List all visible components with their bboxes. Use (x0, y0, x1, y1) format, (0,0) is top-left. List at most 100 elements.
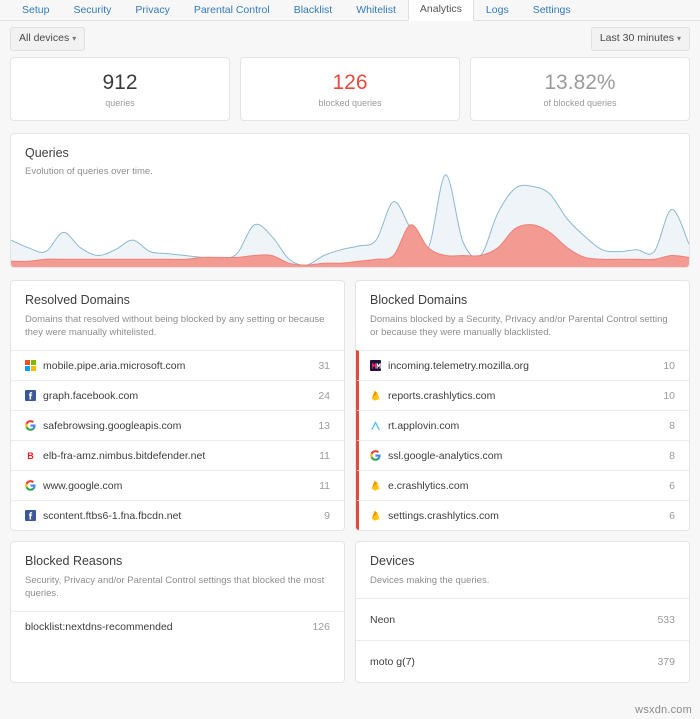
list-item[interactable]: www.google.com 11 (11, 470, 344, 500)
blocked-domains-header: Blocked Domains Domains blocked by a Sec… (356, 281, 689, 350)
main-tab-bar: Setup Security Privacy Parental Control Blac… (0, 0, 700, 21)
item-name: Neon (370, 613, 396, 626)
domain-count: 24 (318, 389, 330, 402)
list-item[interactable]: moto g(7) 379 (356, 640, 689, 682)
domain-name: rt.applovin.com (388, 419, 460, 432)
domain-count: 11 (319, 479, 330, 492)
tab-label: Settings (532, 4, 571, 16)
tab-privacy[interactable]: Privacy (123, 0, 181, 21)
queries-area-chart (11, 174, 689, 267)
tab-logs[interactable]: Logs (474, 0, 521, 21)
domain-count: 8 (669, 449, 675, 462)
google-icon (25, 480, 36, 491)
domain-name: incoming.telemetry.mozilla.org (388, 359, 530, 372)
blocked-reasons-panel: Blocked Reasons Security, Privacy and/or… (10, 541, 345, 683)
list-item[interactable]: graph.facebook.com 24 (11, 380, 344, 410)
crashlytics-icon (370, 390, 381, 401)
tab-label: Setup (22, 4, 50, 16)
domain-name: settings.crashlytics.com (388, 509, 499, 522)
list-item[interactable]: incoming.telemetry.mozilla.org 10 (356, 350, 689, 380)
facebook-icon (25, 510, 36, 521)
chevron-down-icon: ▾ (72, 34, 77, 43)
stat-value: 126 (332, 70, 368, 94)
tab-security[interactable]: Security (61, 0, 123, 21)
watermark: wsxdn.com (635, 704, 692, 716)
item-count: 379 (657, 655, 675, 668)
item-name: blocklist:nextdns-recommended (25, 620, 173, 633)
time-range-dropdown[interactable]: Last 30 minutes ▾ (590, 27, 690, 51)
time-range-label: Last 30 minutes (599, 32, 674, 44)
domain-name: safebrowsing.googleapis.com (43, 419, 182, 432)
bitdefender-icon: B (25, 450, 36, 461)
tab-analytics[interactable]: Analytics (407, 0, 474, 21)
stat-value: 912 (102, 70, 138, 94)
list-item[interactable]: mobile.pipe.aria.microsoft.com 31 (11, 350, 344, 380)
tab-label: Logs (485, 4, 509, 16)
device-filter-label: All devices (19, 32, 70, 44)
item-name: moto g(7) (370, 655, 415, 668)
mozilla-icon (370, 360, 381, 371)
domain-name: reports.crashlytics.com (388, 389, 496, 402)
stat-card-blocked-queries: 126 blocked queries (240, 57, 460, 121)
domain-name: www.google.com (43, 479, 123, 492)
domain-count: 10 (663, 389, 675, 402)
blocked-reasons-title: Blocked Reasons (25, 554, 123, 568)
stat-label: blocked queries (318, 97, 382, 108)
facebook-icon (25, 390, 36, 401)
tab-label: Blacklist (293, 4, 333, 16)
list-item[interactable]: ssl.google-analytics.com 8 (356, 440, 689, 470)
tab-settings[interactable]: Settings (521, 0, 583, 21)
list-item[interactable]: settings.crashlytics.com 6 (356, 500, 689, 530)
tab-label: Security (73, 4, 112, 16)
queries-chart-subtitle: Evolution of queries over time. (25, 166, 153, 177)
domain-name: elb-fra-amz.nimbus.bitdefender.net (43, 449, 206, 462)
domain-name: scontent.ftbs6-1.fna.fbcdn.net (43, 509, 182, 522)
list-item[interactable]: e.crashlytics.com 6 (356, 470, 689, 500)
tab-label: Whitelist (356, 4, 396, 16)
resolved-domains-subtitle: Domains that resolved without being bloc… (25, 314, 325, 338)
list-item[interactable]: blocklist:nextdns-recommended 126 (11, 611, 344, 641)
blocked-domains-subtitle: Domains blocked by a Security, Privacy a… (370, 314, 668, 338)
list-item[interactable]: Neon 533 (356, 598, 689, 640)
blocked-reasons-header: Blocked Reasons Security, Privacy and/or… (11, 542, 344, 611)
tab-blacklist[interactable]: Blacklist (282, 0, 345, 21)
resolved-domains-title: Resolved Domains (25, 293, 130, 307)
tab-label: Parental Control (193, 4, 270, 16)
queries-chart-title: Queries (25, 146, 69, 160)
list-item[interactable]: safebrowsing.googleapis.com 13 (11, 410, 344, 440)
item-count: 126 (312, 620, 330, 633)
tab-label: Privacy (135, 4, 170, 16)
google-icon (25, 420, 36, 431)
tab-whitelist[interactable]: Whitelist (344, 0, 408, 21)
resolved-domains-header: Resolved Domains Domains that resolved w… (11, 281, 344, 350)
blocked-reasons-list: blocklist:nextdns-recommended 126 (11, 611, 344, 641)
resolved-domains-list: mobile.pipe.aria.microsoft.com 31 graph.fa… (11, 350, 344, 530)
devices-list: Neon 533 moto g(7) 379 (356, 598, 689, 682)
list-item[interactable]: scontent.ftbs6-1.fna.fbcdn.net 9 (11, 500, 344, 530)
blocked-domains-panel: Blocked Domains Domains blocked by a Sec… (355, 280, 690, 531)
list-item[interactable]: rt.applovin.com 8 (356, 410, 689, 440)
tab-parental-control[interactable]: Parental Control (182, 0, 282, 21)
domain-name: mobile.pipe.aria.microsoft.com (43, 359, 186, 372)
svg-text:B: B (27, 451, 34, 461)
chevron-down-icon: ▾ (676, 34, 681, 43)
devices-panel: Devices Devices making the queries. Neon… (355, 541, 690, 683)
stat-label: of blocked queries (543, 97, 617, 108)
analytics-panel-grid: Resolved Domains Domains that resolved w… (0, 268, 700, 683)
domain-name: graph.facebook.com (43, 389, 139, 402)
blocked-domains-title: Blocked Domains (370, 293, 468, 307)
stat-card-queries: 912 queries (10, 57, 230, 121)
tab-setup[interactable]: Setup (10, 0, 61, 21)
list-item[interactable]: reports.crashlytics.com 10 (356, 380, 689, 410)
domain-count: 31 (318, 359, 330, 372)
domain-count: 6 (669, 479, 675, 492)
domain-count: 8 (669, 419, 675, 432)
list-item[interactable]: Belb-fra-amz.nimbus.bitdefender.net 11 (11, 440, 344, 470)
microsoft-icon (25, 360, 36, 371)
domain-count: 13 (318, 419, 330, 432)
device-filter-dropdown[interactable]: All devices ▾ (10, 27, 86, 51)
stat-card-row: 912 queries 126 blocked queries 13.82% of blo… (0, 57, 700, 121)
domain-name: e.crashlytics.com (388, 479, 469, 492)
devices-header: Devices Devices making the queries. (356, 542, 689, 598)
blocked-domains-list: incoming.telemetry.mozilla.org 10 reports.… (356, 350, 689, 530)
